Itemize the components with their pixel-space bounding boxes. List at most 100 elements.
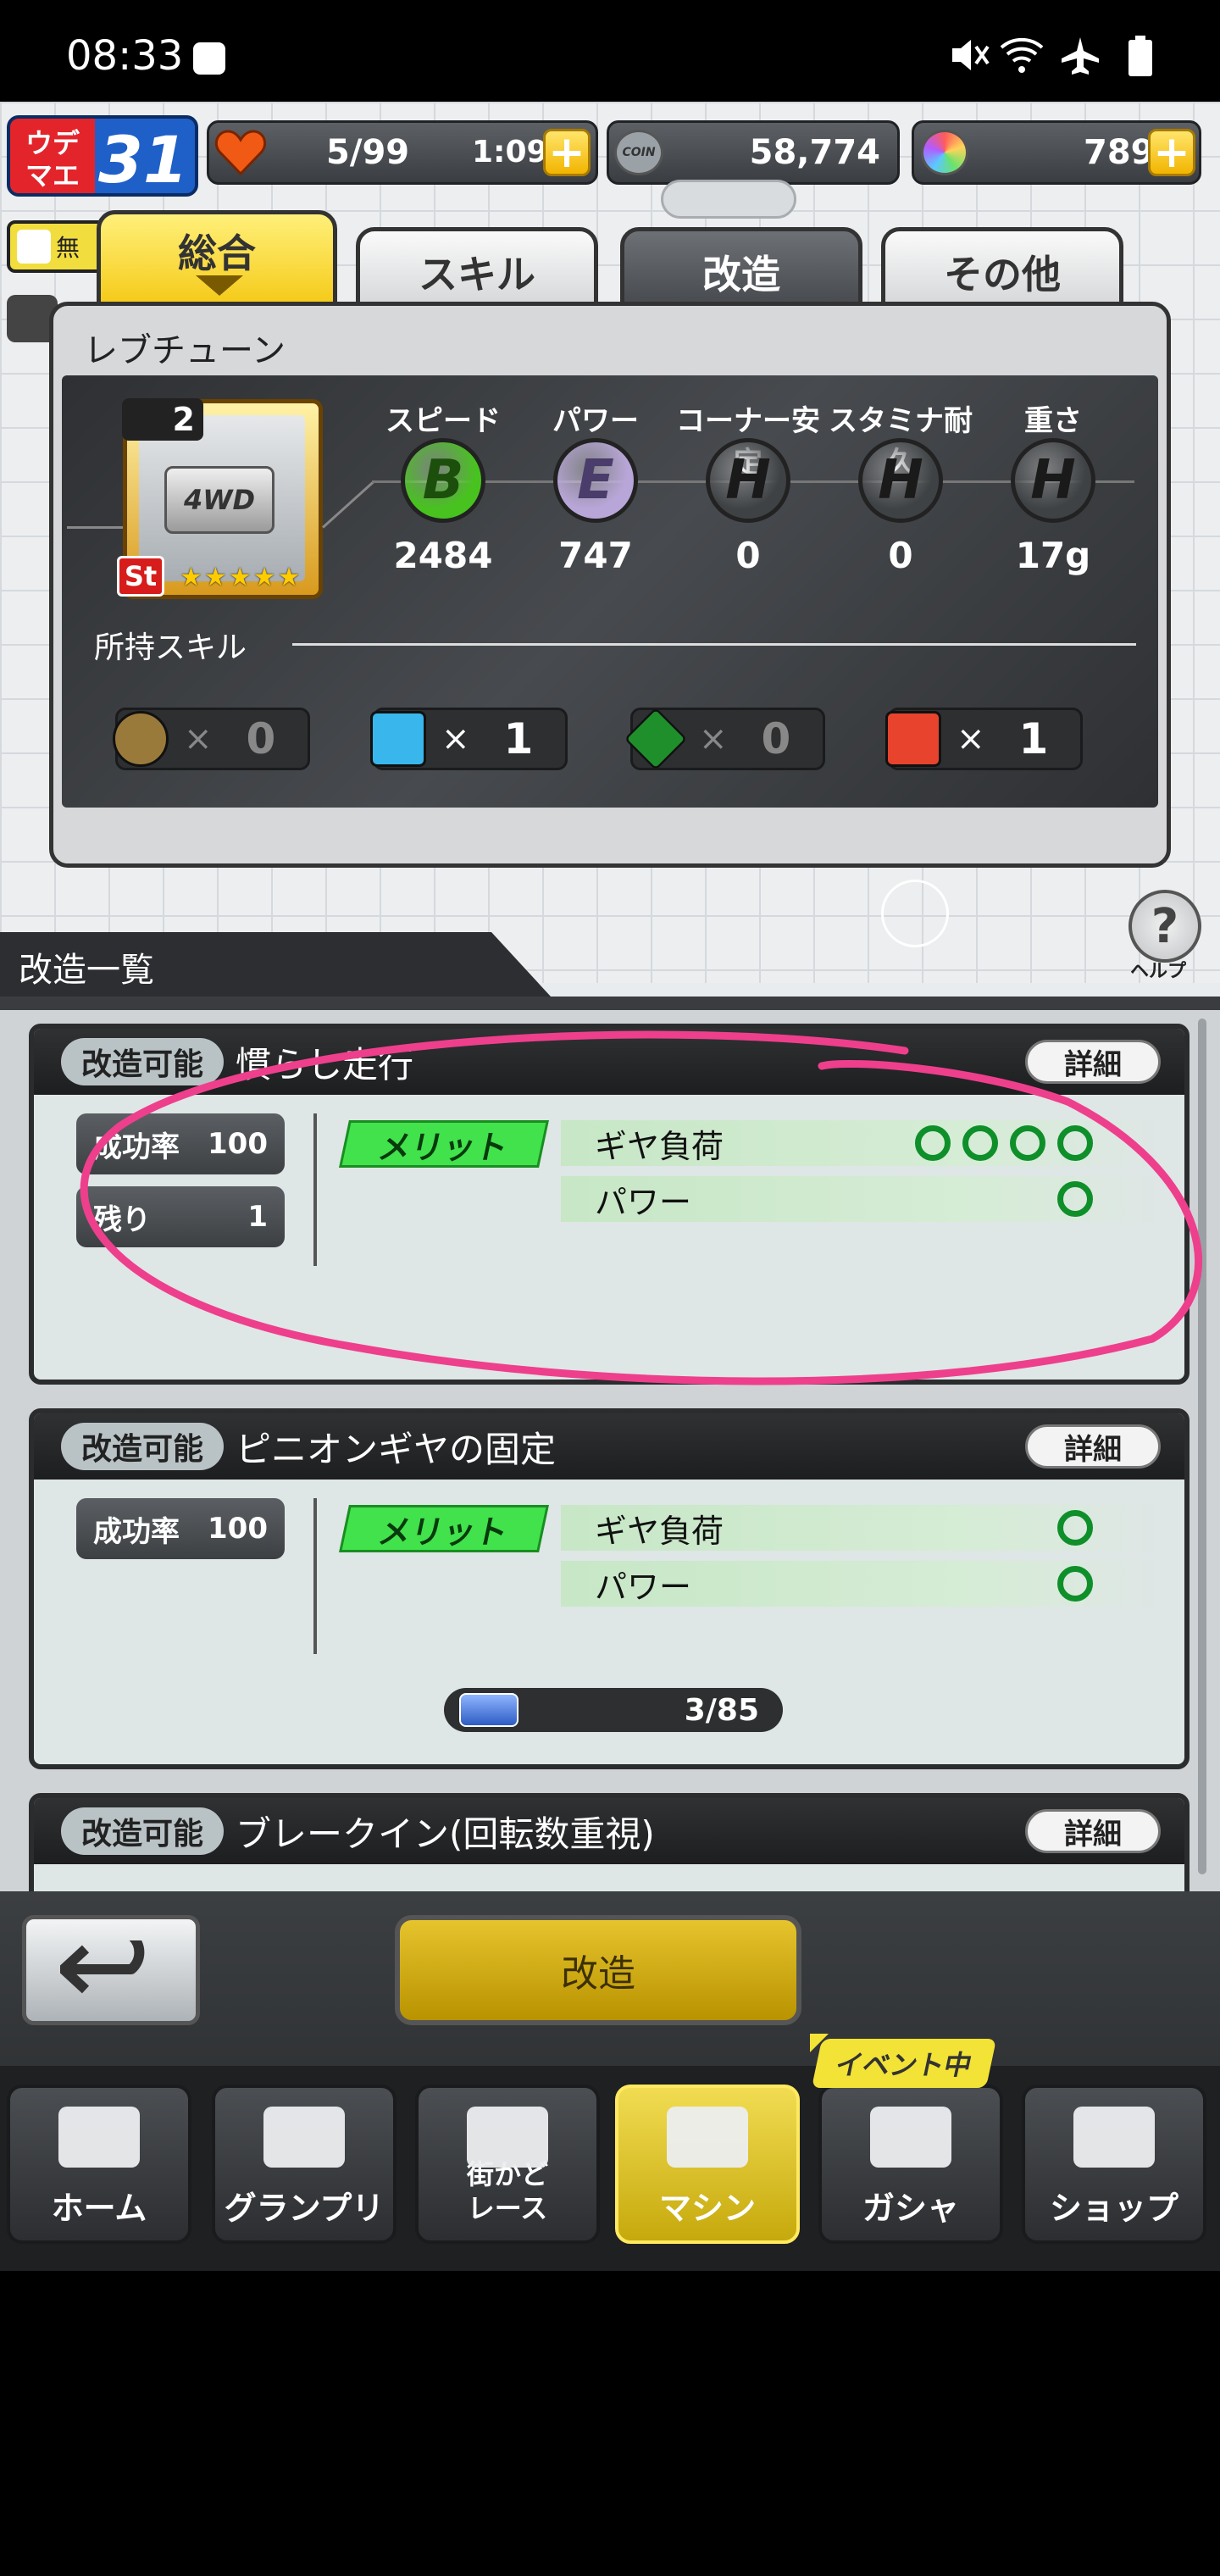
event-flag-icon xyxy=(810,2034,829,2052)
status-bar: 08:33 xyxy=(0,0,1220,102)
skill-count-box: × 1 xyxy=(370,708,568,770)
toolbox-icon xyxy=(58,2107,140,2168)
coin-value: 58,774 xyxy=(749,133,880,172)
people-racing-icon xyxy=(467,2107,548,2168)
checkered-flag-icon xyxy=(263,2107,345,2168)
connector-line xyxy=(321,480,374,529)
material-bar: 3/85 xyxy=(444,1688,783,1732)
empty-area xyxy=(0,2271,1220,2576)
udemae-value: 31 xyxy=(98,122,188,197)
wifi-icon xyxy=(1000,37,1044,73)
stat-value: 0 xyxy=(888,535,913,576)
mod-card[interactable]: 改造可能 ブレークイン(回転数重視) 詳細 xyxy=(29,1793,1190,1891)
nav-grandprix[interactable]: グランプリ xyxy=(212,2085,396,2244)
game-screen: ウデ マエ 31 5/99 1:09 + COIN 58,774 789 + 無… xyxy=(0,102,1220,2271)
nav-label: ショップ xyxy=(1049,2190,1178,2227)
times-sign: × xyxy=(957,719,985,758)
stat-rank: H xyxy=(1011,438,1095,523)
skill-count-box: × 0 xyxy=(624,707,825,771)
part-panel: レブチューン 4WD 2 St ★★★★★ スピード B 2484 パワー E 747 コー… xyxy=(49,302,1171,868)
tab-skill-label: スキル xyxy=(419,252,535,297)
mod-status-badge: 改造可能 xyxy=(61,1807,225,1855)
notice-stub-text: 無 xyxy=(56,234,80,262)
tab-other-label: その他 xyxy=(944,252,1061,297)
bubble-decoration xyxy=(881,880,949,947)
skill-count: 1 xyxy=(1018,714,1049,763)
motor-brand: 4WD xyxy=(164,466,274,534)
back-arrow-icon xyxy=(60,1940,145,1994)
stat-value: 2484 xyxy=(393,535,493,576)
nav-home[interactable]: ホーム xyxy=(7,2085,191,2244)
clock: 08:33 xyxy=(66,32,184,80)
stamina-value: 5/99 xyxy=(326,133,410,172)
stat-label: パワー xyxy=(552,404,639,438)
stat-value: 747 xyxy=(558,535,633,576)
times-sign: × xyxy=(441,719,470,758)
stat-rank: E xyxy=(553,438,638,523)
stat-label: 重さ xyxy=(1024,404,1082,438)
nav-machine[interactable]: マシン xyxy=(615,2085,800,2244)
coin-icon: COIN xyxy=(614,130,663,175)
stat-label: スピード xyxy=(385,404,501,438)
event-badge: イベント中 xyxy=(811,2039,997,2088)
skill-count: 1 xyxy=(503,714,534,763)
green-diamond-icon xyxy=(624,707,688,771)
motor-part-card[interactable]: 4WD 2 St ★★★★★ xyxy=(117,398,323,599)
times-sign: × xyxy=(699,719,728,758)
star-laurel-icon xyxy=(870,2107,951,2168)
skill-count: 0 xyxy=(761,714,791,763)
mod-title: ブレークイン(回転数重視) xyxy=(236,1813,655,1855)
section-title: 改造一覧 xyxy=(19,951,154,990)
detail-button[interactable]: 詳細 xyxy=(1025,1809,1161,1853)
help-label: ヘルプ xyxy=(1130,961,1187,982)
tab-modify-label: 改造 xyxy=(702,252,780,297)
part-title: レブチューン xyxy=(84,331,286,370)
help-button[interactable]: ? xyxy=(1128,890,1201,963)
star-skill-icon xyxy=(113,711,169,767)
stat-rank: B xyxy=(401,438,485,523)
nav-label: 街かど レース xyxy=(466,2158,548,2224)
tab-active-arrow-icon xyxy=(196,275,243,296)
modify-button[interactable]: 改造 xyxy=(395,1915,801,2025)
udemae-badge[interactable]: ウデ マエ 31 xyxy=(7,115,198,197)
airplane-icon xyxy=(1062,37,1099,75)
settings-icon xyxy=(193,42,225,75)
tab-overall-label: 総合 xyxy=(178,230,256,276)
skill-count-box: × 1 xyxy=(885,708,1083,770)
stat-value: 0 xyxy=(735,535,761,576)
times-sign: × xyxy=(184,719,213,758)
skills-label: 所持スキル xyxy=(94,630,247,665)
building-icon xyxy=(1073,2107,1155,2168)
mod-card-header: 改造可能 ブレークイン(回転数重視) 詳細 xyxy=(34,1798,1184,1864)
add-gem-button[interactable]: + xyxy=(1148,129,1195,176)
gem-value: 789 xyxy=(1084,133,1155,172)
stat-rank: H xyxy=(706,438,790,523)
connector-line xyxy=(67,526,123,529)
material-icon xyxy=(459,1693,518,1727)
nav-label: ホーム xyxy=(51,2190,147,2227)
nav-shop[interactable]: ショップ xyxy=(1022,2085,1206,2244)
add-stamina-button[interactable]: + xyxy=(543,129,591,176)
red-down-arrow-icon xyxy=(885,711,941,767)
skill-count: 0 xyxy=(246,714,276,763)
nav-gacha[interactable]: ガシャ xyxy=(818,2085,1003,2244)
mute-icon xyxy=(952,40,990,70)
stamina-bar: 5/99 1:09 + xyxy=(207,120,598,185)
nav-label: グランプリ xyxy=(224,2190,385,2227)
nav-street-race[interactable]: 街かど レース xyxy=(415,2085,600,2244)
part-grade-badge: St xyxy=(117,556,164,597)
nav-label: マシン xyxy=(658,2190,756,2227)
car-icon xyxy=(667,2107,748,2168)
heart-icon xyxy=(214,130,267,176)
udemae-label: ウデ マエ xyxy=(10,119,95,193)
skills-divider xyxy=(292,643,1136,646)
stat-rank: H xyxy=(858,438,943,523)
garage-tool-decoration xyxy=(661,180,796,219)
gem-icon xyxy=(921,130,968,175)
back-button[interactable] xyxy=(22,1915,200,2025)
blue-up-arrow-icon xyxy=(370,711,426,767)
part-stars: ★★★★★ xyxy=(180,563,302,592)
stamina-timer: 1:09 xyxy=(472,135,548,169)
nav-label: ガシャ xyxy=(862,2190,959,2227)
part-count: 2 xyxy=(122,398,203,441)
